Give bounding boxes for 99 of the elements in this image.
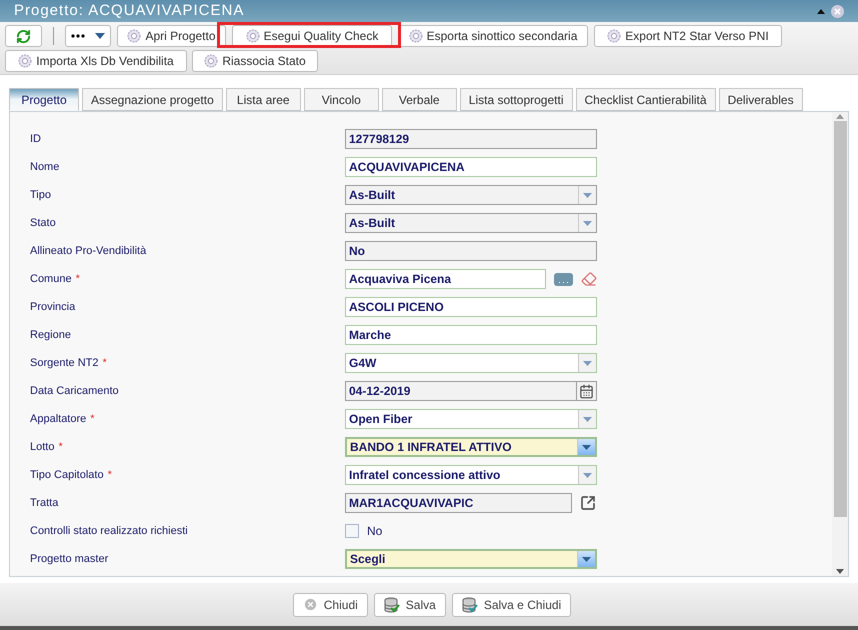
eraser-icon[interactable] — [581, 271, 598, 287]
field-label: Allineato Pro-Vendibilità — [30, 244, 146, 259]
tab[interactable]: Assegnazione progetto — [82, 88, 223, 111]
window-title: Progetto: ACQUAVIVAPICENA — [14, 0, 244, 21]
refresh-icon — [16, 28, 31, 44]
toolbar-button[interactable]: Riassocia Stato — [192, 50, 318, 72]
caret-icon — [583, 416, 592, 422]
scrollbar[interactable] — [832, 112, 848, 576]
field-label: Data Caricamento — [30, 384, 119, 399]
dropdown-arrow-button[interactable] — [578, 354, 596, 372]
field-label: ID — [30, 132, 41, 147]
toolbar-button[interactable]: Export NT2 Star Verso PNI — [594, 25, 782, 47]
gear-icon — [607, 29, 622, 43]
field-label: Tipo — [30, 188, 51, 203]
external-link-icon[interactable] — [580, 495, 596, 511]
field-label: Progetto master — [30, 552, 108, 567]
caret-icon — [95, 33, 105, 39]
footer-button[interactable]: Salva e Chiudi — [452, 592, 572, 616]
caret-icon — [582, 556, 591, 562]
dropdown-field[interactable]: G4W — [345, 353, 597, 373]
toolbar-button[interactable]: Importa Xls Db Vendibilita — [5, 50, 187, 72]
required-marker: * — [58, 440, 63, 455]
field-label: Lotto — [30, 440, 54, 455]
dropdown-value: As-Built — [348, 187, 396, 204]
gear-icon — [127, 29, 142, 43]
footer-button[interactable]: Chiudi — [292, 592, 368, 616]
dropdown-value: Infratel concessione attivo — [348, 467, 502, 484]
caret-icon — [583, 220, 592, 226]
scroll-down-icon[interactable] — [836, 569, 844, 574]
ellipsis-icon — [71, 34, 85, 38]
collapse-icon[interactable] — [817, 8, 825, 14]
dropdown-arrow-button[interactable] — [578, 410, 596, 428]
caret-icon — [582, 444, 591, 450]
close-circle-icon — [302, 597, 318, 612]
toolbar-button[interactable]: Apri Progetto — [117, 25, 226, 47]
readonly-field: No — [345, 241, 597, 261]
tab[interactable]: Verbale — [382, 88, 457, 111]
tab[interactable]: Vincolo — [304, 88, 379, 111]
required-marker: * — [108, 468, 112, 483]
dropdown-value: G4W — [348, 355, 378, 372]
date-field[interactable]: 04-12-2019 — [345, 381, 577, 401]
toolbar-button[interactable]: Esegui Quality Check — [232, 25, 392, 47]
field-label: Tipo Capitolato — [30, 468, 104, 483]
dropdown-field[interactable]: Scegli — [345, 549, 597, 569]
text-field[interactable]: ASCOLI PICENO — [345, 297, 597, 317]
dropdown-field[interactable]: Infratel concessione attivo — [345, 465, 597, 485]
caret-icon — [583, 472, 592, 478]
tab[interactable]: Deliverables — [718, 88, 803, 111]
required-marker: * — [90, 412, 95, 427]
field-label: Stato — [30, 216, 56, 231]
dropdown-field[interactable]: Open Fiber — [345, 409, 597, 429]
dropdown-arrow-button[interactable] — [577, 439, 595, 455]
toolbar-button[interactable]: Esporta sinottico secondaria — [398, 25, 588, 47]
more-menu-button[interactable] — [65, 25, 111, 47]
field-label: Comune — [30, 272, 72, 287]
gear-icon — [246, 29, 260, 43]
database-check-icon — [384, 596, 400, 612]
field-label: Regione — [30, 328, 71, 343]
field-label: Appaltatore — [30, 412, 86, 427]
scroll-up-icon[interactable] — [836, 114, 844, 119]
dropdown-field[interactable]: As-Built — [345, 213, 597, 233]
dropdown-value: BANDO 1 INFRATEL ATTIVO — [349, 439, 513, 455]
close-icon[interactable] — [831, 4, 844, 18]
dropdown-field[interactable]: BANDO 1 INFRATEL ATTIVO — [345, 437, 597, 457]
refresh-button[interactable] — [5, 25, 42, 47]
dropdown-value: Scegli — [349, 551, 386, 567]
browse-button[interactable] — [554, 272, 574, 286]
gear-icon — [204, 54, 218, 68]
checkbox[interactable] — [345, 524, 359, 538]
dropdown-field[interactable]: As-Built — [345, 185, 597, 205]
field-label: Sorgente NT2 — [30, 356, 98, 371]
dropdown-arrow-button[interactable] — [578, 466, 596, 484]
lookup-field[interactable]: Acquaviva Picena — [345, 269, 546, 289]
calendar-button[interactable] — [577, 381, 597, 401]
dropdown-value: As-Built — [348, 215, 396, 232]
database-check-icon — [462, 596, 478, 612]
required-marker: * — [76, 272, 80, 287]
field-label: Controlli stato realizzato richiesti — [30, 524, 188, 539]
gear-icon — [18, 54, 32, 68]
dropdown-arrow-button[interactable] — [577, 551, 595, 567]
tab[interactable]: Lista aree — [226, 88, 301, 111]
dropdown-value: Open Fiber — [348, 411, 414, 428]
required-marker: * — [102, 356, 107, 371]
field-label: Nome — [30, 160, 60, 175]
caret-icon — [583, 360, 592, 366]
text-field[interactable]: ACQUAVIVAPICENA — [345, 157, 597, 177]
text-field[interactable]: Marche — [345, 325, 597, 345]
gear-icon — [408, 29, 423, 43]
readonly-field: 127798129 — [345, 129, 597, 149]
footer-button[interactable]: Salva — [374, 592, 446, 616]
readonly-field: MAR1ACQUAVIVAPIC — [345, 493, 572, 513]
caret-icon — [583, 192, 592, 198]
field-label: Tratta — [30, 496, 58, 511]
field-label: Provincia — [30, 300, 76, 315]
tab[interactable]: Checklist Cantierabilità — [576, 88, 716, 111]
checkbox-label: No — [367, 523, 382, 540]
tab[interactable]: Progetto — [9, 88, 79, 111]
calendar-icon — [579, 384, 594, 398]
tab[interactable]: Lista sottoprogetti — [460, 88, 572, 111]
